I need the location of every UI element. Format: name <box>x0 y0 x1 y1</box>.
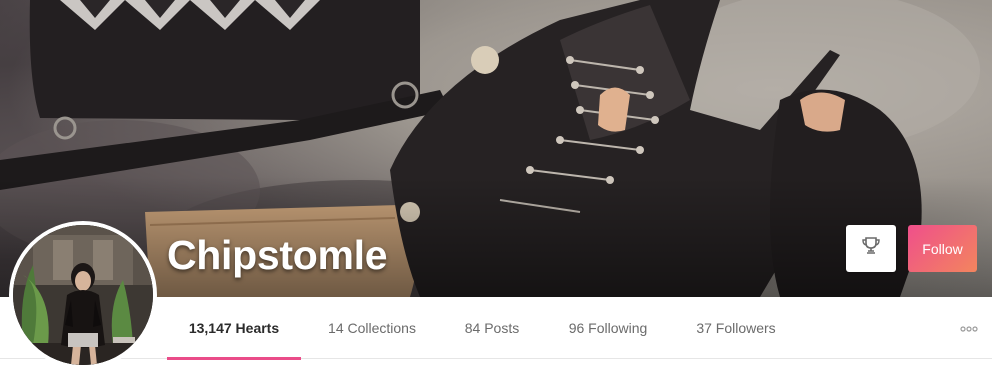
profile-header: Chipstomle Follow 13,147 Hearts 14 Colle… <box>0 0 992 374</box>
trophy-icon <box>861 236 881 261</box>
tab-following[interactable]: 96 Following <box>558 297 658 359</box>
follow-button[interactable]: Follow <box>908 225 977 272</box>
more-options-button[interactable] <box>958 319 980 335</box>
profile-name: Chipstomle <box>167 232 388 278</box>
avatar[interactable] <box>9 221 157 369</box>
more-dots-icon <box>960 319 978 335</box>
tab-followers[interactable]: 37 Followers <box>686 297 786 359</box>
cover-photo <box>0 0 992 297</box>
avatar-photo <box>13 225 153 365</box>
award-button[interactable] <box>846 225 896 272</box>
tab-hearts[interactable]: 13,147 Hearts <box>167 297 301 360</box>
tab-collections[interactable]: 14 Collections <box>318 297 426 359</box>
tab-posts[interactable]: 84 Posts <box>454 297 530 359</box>
